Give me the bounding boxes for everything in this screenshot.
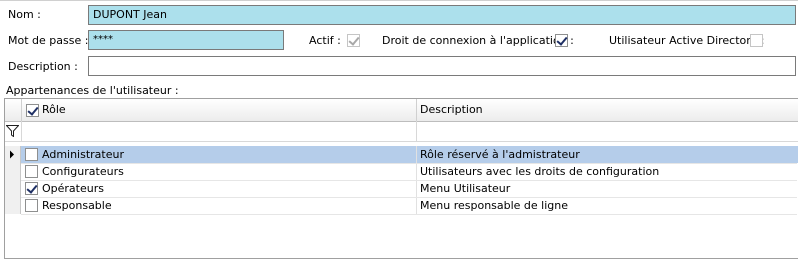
nom-label: Nom :: [8, 8, 41, 21]
actif-checkbox[interactable]: [347, 34, 360, 47]
droit-label: Droit de connexion à l'application :: [382, 34, 574, 47]
nom-field[interactable]: DUPONT Jean: [88, 5, 796, 25]
table-row[interactable]: Opérateurs Menu Utilisateur: [5, 180, 798, 197]
grid-row-divider: [21, 214, 797, 215]
droit-connexion-checkbox[interactable]: [555, 34, 568, 47]
column-header-description[interactable]: Description: [420, 99, 483, 121]
role-cell: Opérateurs: [42, 182, 104, 195]
row-indicator: [5, 197, 21, 214]
row-checkbox[interactable]: [25, 165, 38, 178]
description-cell: Menu Utilisateur: [420, 182, 511, 195]
description-cell: Utilisateurs avec les droits de configur…: [420, 165, 660, 178]
header-select-all-checkbox[interactable]: [26, 104, 39, 117]
description-cell: Rôle réservé à l'admistrateur: [420, 148, 580, 161]
roles-grid: Rôle Description Administrateur Rôle rés…: [4, 98, 798, 259]
active-directory-label: Utilisateur Active Directory :: [609, 34, 765, 47]
filter-cell-role[interactable]: [22, 121, 416, 141]
row-indicator: [5, 146, 21, 163]
actif-label: Actif :: [309, 34, 341, 47]
filter-cell-description[interactable]: [417, 121, 797, 141]
top-divider: [0, 0, 798, 4]
description-field[interactable]: [88, 56, 796, 76]
description-label: Description :: [8, 60, 78, 73]
filter-icon[interactable]: [5, 125, 20, 138]
role-cell: Administrateur: [42, 148, 124, 161]
row-indicator: [5, 180, 21, 197]
appartenances-label: Appartenances de l'utilisateur :: [6, 84, 179, 97]
description-cell: Menu responsable de ligne: [420, 199, 569, 212]
grid-header: Rôle Description: [5, 99, 798, 122]
grid-row-divider: [21, 197, 797, 198]
row-checkbox[interactable]: [25, 199, 38, 212]
grid-row-divider: [21, 163, 797, 164]
password-label: Mot de passe :: [8, 34, 89, 47]
filter-row: [5, 121, 798, 142]
row-indicator: [5, 163, 21, 180]
password-field[interactable]: ****: [88, 30, 284, 50]
column-header-role[interactable]: Rôle: [42, 99, 66, 121]
grid-row-divider: [21, 180, 797, 181]
table-row[interactable]: Responsable Menu responsable de ligne: [5, 197, 798, 214]
active-directory-checkbox[interactable]: [750, 34, 763, 47]
role-cell: Responsable: [42, 199, 112, 212]
role-cell: Configurateurs: [42, 165, 124, 178]
table-row[interactable]: Administrateur Rôle réservé à l'admistra…: [5, 146, 798, 163]
row-checkbox[interactable]: [25, 148, 38, 161]
current-row-arrow-icon: [10, 150, 14, 159]
table-row[interactable]: Configurateurs Utilisateurs avec les dro…: [5, 163, 798, 180]
row-checkbox[interactable]: [25, 182, 38, 195]
